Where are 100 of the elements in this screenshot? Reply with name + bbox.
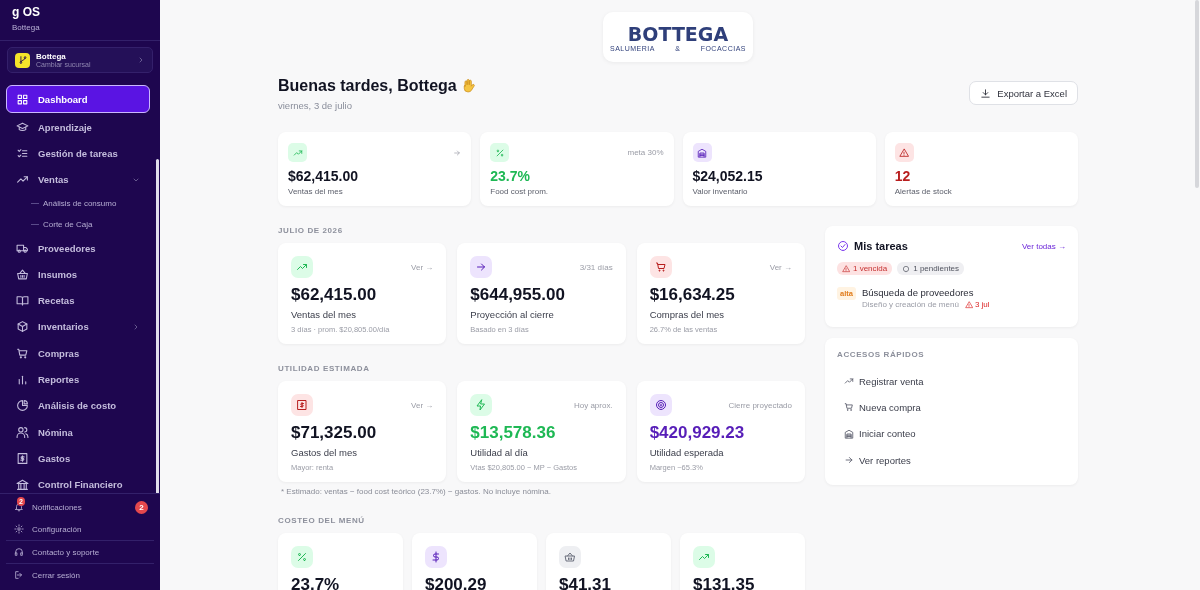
metric-label: Ventas del mes xyxy=(291,309,357,320)
warning-icon xyxy=(842,264,850,273)
settings-icon xyxy=(14,524,24,534)
target-icon xyxy=(654,399,667,411)
stat-label: Ventas del mes xyxy=(288,187,344,196)
nav-item[interactable]: Dashboard xyxy=(6,85,150,113)
sidebar-link[interactable]: Configuración xyxy=(0,518,160,540)
nav-item[interactable]: Control Financiero xyxy=(6,471,150,493)
view-all-link[interactable]: Ver todas → xyxy=(1021,241,1066,251)
bank-icon xyxy=(16,478,29,492)
chip-label: 1 vencida xyxy=(853,264,888,273)
card-note: Hoy aprox. xyxy=(573,400,613,410)
sidebar-link[interactable]: Cerrar sesión xyxy=(0,564,160,586)
metric-value: $420,929.23 xyxy=(649,423,746,443)
due-date: 3 jul xyxy=(964,300,990,309)
nav-item[interactable]: Insumos xyxy=(6,261,150,288)
warehouse-icon xyxy=(697,147,707,158)
card-note: Ver → xyxy=(769,262,792,272)
card-note: 3/31 días xyxy=(579,262,613,272)
cart-icon xyxy=(844,402,854,413)
branch-icon xyxy=(17,55,28,65)
cart-icon xyxy=(654,261,667,273)
metric-label: Utilidad esperada xyxy=(649,447,725,458)
app-logo: g OS xyxy=(12,5,41,19)
download-icon xyxy=(980,87,992,99)
stat-value: 12 xyxy=(894,168,912,184)
date-text: viernes, 3 de julio xyxy=(278,100,353,111)
metric-value: $13,578.36 xyxy=(470,423,557,443)
warning-icon xyxy=(899,147,910,158)
nav-item[interactable]: Gastos xyxy=(6,445,150,472)
section-heading: UTILIDAD ESTIMADA xyxy=(278,364,371,373)
cart-icon xyxy=(16,346,29,360)
stat-label: Food cost prom. xyxy=(490,187,550,196)
organization-name: Bottega xyxy=(12,23,41,32)
chevron-right-icon xyxy=(137,56,145,64)
nav-item[interactable]: Compras xyxy=(6,340,150,367)
trend-up-icon xyxy=(292,147,303,158)
metric-label: Proyección al cierre xyxy=(470,309,555,320)
metric-value: $16,634.25 xyxy=(649,285,736,305)
footnote: * Estimado: ventas − food cost teórico (23.7%) − gastos. No incluye nómina. xyxy=(281,487,552,496)
metric-value: $71,325.00 xyxy=(291,423,378,443)
percent-icon xyxy=(494,147,505,158)
nav-item[interactable]: Reportes xyxy=(6,366,150,393)
nav-item[interactable]: Ventas xyxy=(6,166,150,193)
sidebar-link[interactable]: Contacto y soporte xyxy=(6,540,154,564)
metric-value: $62,415.00 xyxy=(291,285,378,305)
quick-link[interactable]: Ver reportes xyxy=(837,446,1066,474)
metric-label: Utilidad al día xyxy=(470,447,529,458)
nav-item[interactable]: Aprendizaje xyxy=(6,114,150,141)
metric-label: Compras del mes xyxy=(649,309,726,320)
nav-item[interactable]: Recetas xyxy=(6,287,150,314)
arrow-right-icon xyxy=(475,261,488,273)
trend-up-icon xyxy=(698,551,710,563)
scrollbar[interactable] xyxy=(156,159,159,493)
tasks-title: Mis tareas xyxy=(854,240,909,252)
stat-label: Alertas de stock xyxy=(894,187,953,196)
headset-icon xyxy=(14,547,24,557)
nav-item[interactable]: Análisis de costo xyxy=(6,392,150,419)
lightning-icon xyxy=(475,399,488,411)
graduation-cap-icon xyxy=(16,120,29,134)
greeting-title: Buenas tardes, Bottega xyxy=(278,77,457,95)
stat-value: 23.7% xyxy=(490,168,531,184)
percent-icon xyxy=(296,551,308,563)
nav-item[interactable]: Inventarios xyxy=(6,313,150,341)
scrollbar[interactable] xyxy=(1195,0,1199,188)
nav-item[interactable]: Nómina xyxy=(6,418,150,446)
section-heading: COSTEO DEL MENÚ xyxy=(278,516,366,525)
task-project: Diseño y creación de menú xyxy=(861,300,959,309)
task-title[interactable]: Búsqueda de proveedores xyxy=(861,287,990,298)
metric-value: $644,955.00 xyxy=(470,285,566,305)
quick-link[interactable]: Nueva compra xyxy=(837,394,1066,421)
stat-value: $62,415.00 xyxy=(288,168,360,184)
warehouse-icon xyxy=(844,428,854,439)
arrow-right-icon[interactable] xyxy=(453,148,462,157)
dollar-receipt-icon xyxy=(296,399,308,411)
users-icon xyxy=(16,425,29,439)
card-note: Ver → xyxy=(411,400,434,410)
logout-icon xyxy=(14,570,24,580)
count-badge: 2 xyxy=(135,500,148,514)
metric-value: 23.7% xyxy=(291,575,341,590)
quick-link[interactable]: Iniciar conteo xyxy=(837,420,1066,447)
trend-up-icon xyxy=(844,376,854,387)
checklist-icon xyxy=(16,146,29,160)
nav-subitem[interactable]: Análisis de consumo xyxy=(6,192,150,214)
quick-link[interactable]: Registrar venta xyxy=(837,368,1066,395)
logo-wordmark: BOTTEGA xyxy=(627,22,729,45)
card-note: meta 30% xyxy=(627,148,664,157)
check-circle-icon xyxy=(837,240,849,252)
export-button[interactable]: Exportar a Excel xyxy=(969,81,1078,105)
book-icon xyxy=(16,294,29,308)
bar-chart-icon xyxy=(16,373,29,386)
basket-icon xyxy=(16,267,29,281)
chip-label: 1 pendientes xyxy=(913,264,960,273)
nav-item[interactable]: Gestión de tareas xyxy=(6,140,150,167)
nav-item[interactable]: Proveedores xyxy=(6,234,150,262)
nav-subitem[interactable]: Corte de Caja xyxy=(6,213,150,235)
grid-icon xyxy=(16,92,29,106)
section-heading: JULIO DE 2026 xyxy=(278,226,344,235)
pie-chart-icon xyxy=(16,399,29,413)
bell-icon xyxy=(14,502,24,512)
